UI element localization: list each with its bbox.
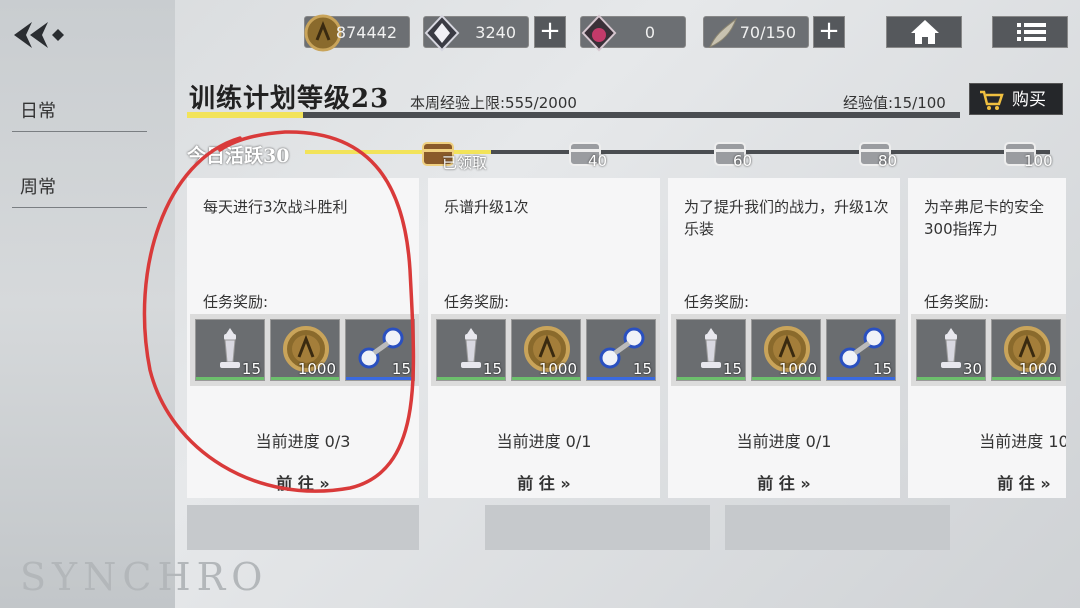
rarity-bar bbox=[437, 377, 505, 380]
home-button[interactable] bbox=[886, 16, 962, 48]
milestone-label: 60 bbox=[733, 152, 753, 170]
rarity-bar bbox=[917, 377, 985, 380]
weekly-exp-limit: 本周经验上限:555/2000 bbox=[410, 94, 577, 112]
reward-list: 15 1000 15 bbox=[431, 314, 660, 386]
training-plan-title: 训练计划等级23 bbox=[189, 84, 390, 114]
menu-button[interactable] bbox=[992, 16, 1068, 48]
task-card: 乐谱升级1次 任务奖励: 15 1000 15 当前进度 0/1 前 往 » bbox=[428, 178, 660, 498]
reward-list: 15 1000 15 bbox=[671, 314, 900, 386]
red-gem-value: 0 bbox=[644, 23, 655, 42]
rarity-bar bbox=[512, 377, 580, 380]
buy-label: 购买 bbox=[1012, 90, 1046, 110]
task-card: 为了提升我们的战力，升级1次乐装 任务奖励: 15 1000 15 当前进度 0… bbox=[668, 178, 900, 498]
reward-item[interactable]: 15 bbox=[676, 319, 746, 381]
go-button[interactable]: 前 往 » bbox=[428, 470, 660, 494]
logo-watermark: SYNCHRO bbox=[20, 555, 269, 599]
reward-item[interactable]: 15 bbox=[826, 319, 896, 381]
task-description: 为辛弗尼卡的安全300指挥力 bbox=[924, 198, 1045, 238]
empty-slot bbox=[187, 505, 419, 550]
add-crystal-button[interactable]: + bbox=[534, 16, 566, 48]
milestone-label: 80 bbox=[878, 152, 898, 170]
reward-item[interactable]: 1000 bbox=[511, 319, 581, 381]
exp-progress-track bbox=[187, 112, 960, 118]
milestone-label: 40 bbox=[588, 152, 608, 170]
reward-qty: 15 bbox=[632, 360, 652, 378]
empty-slot bbox=[725, 505, 950, 550]
go-button[interactable]: 前 往 » bbox=[908, 470, 1066, 494]
exp-value: 经验值:15/100 bbox=[843, 94, 946, 112]
reward-qty: 15 bbox=[482, 360, 502, 378]
crystal-icon bbox=[424, 14, 460, 52]
buy-button[interactable]: 购买 bbox=[969, 83, 1063, 115]
task-description: 为了提升我们的战力，升级1次乐装 bbox=[684, 198, 889, 238]
task-progress: 当前进度 0/1 bbox=[736, 432, 832, 451]
task-description: 乐谱升级1次 bbox=[444, 198, 529, 216]
task-card: 为辛弗尼卡的安全300指挥力 任务奖励: 30 1000 当前进度 10 前 往… bbox=[908, 178, 1066, 498]
red-gem-icon bbox=[581, 14, 617, 52]
rarity-bar bbox=[827, 377, 895, 380]
task-progress: 当前进度 10 bbox=[979, 432, 1066, 451]
reward-label: 任务奖励: bbox=[684, 293, 750, 311]
menu-icon bbox=[1017, 23, 1046, 41]
task-progress: 当前进度 0/1 bbox=[496, 432, 592, 451]
reward-label: 任务奖励: bbox=[444, 293, 510, 311]
reward-item[interactable]: 1000 bbox=[751, 319, 821, 381]
reward-qty: 1000 bbox=[538, 360, 577, 378]
crystal-value: 3240 bbox=[475, 23, 516, 42]
crystal-counter: 3240 bbox=[423, 14, 529, 52]
stamina-icon bbox=[709, 17, 738, 48]
go-button[interactable]: 前 往 » bbox=[668, 470, 900, 494]
milestone-label: 100 bbox=[1024, 152, 1053, 170]
back-button[interactable] bbox=[12, 18, 66, 52]
empty-slot bbox=[485, 505, 710, 550]
add-stamina-button[interactable]: + bbox=[813, 16, 845, 48]
coin-value: 874442 bbox=[335, 23, 397, 42]
milestone-label: 已领取 bbox=[442, 154, 488, 172]
rarity-bar bbox=[752, 377, 820, 380]
reward-list: 30 1000 bbox=[911, 314, 1066, 386]
reward-qty: 15 bbox=[872, 360, 892, 378]
reward-item[interactable]: 1000 bbox=[991, 319, 1061, 381]
stamina-counter: 70/150 bbox=[703, 16, 809, 48]
reward-item[interactable]: 15 bbox=[436, 319, 506, 381]
stamina-value: 70/150 bbox=[739, 23, 796, 42]
rarity-bar bbox=[992, 377, 1060, 380]
rarity-bar bbox=[677, 377, 745, 380]
back-arrow-icon bbox=[14, 22, 64, 48]
reward-qty: 1000 bbox=[1018, 360, 1057, 378]
rarity-bar bbox=[587, 377, 655, 380]
reward-qty: 15 bbox=[722, 360, 742, 378]
reward-label: 任务奖励: bbox=[924, 293, 990, 311]
red-gem-counter: 0 bbox=[580, 14, 686, 52]
reward-item[interactable]: 30 bbox=[916, 319, 986, 381]
cart-icon bbox=[980, 90, 1004, 110]
coin-counter: 874442 bbox=[304, 14, 410, 52]
annotation-circle bbox=[142, 130, 416, 493]
reward-item[interactable]: 15 bbox=[586, 319, 656, 381]
reward-qty: 1000 bbox=[778, 360, 817, 378]
exp-progress-fill bbox=[187, 112, 303, 118]
home-icon bbox=[911, 20, 939, 44]
reward-qty: 30 bbox=[962, 360, 982, 378]
